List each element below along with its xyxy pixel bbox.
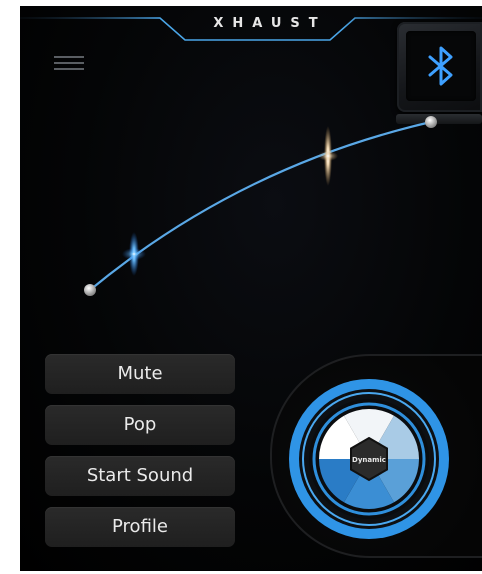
control-buttons: Mute Pop Start Sound Profile (45, 354, 237, 558)
dial-mode-label: Dynamic (352, 456, 386, 464)
mute-button[interactable]: Mute (45, 354, 235, 394)
app-screen: XHAUST Mute Pop Start Sound Profile Dyna… (20, 6, 482, 571)
mode-dial[interactable]: Dynamic (286, 376, 452, 542)
start-sound-button[interactable]: Start Sound (45, 456, 235, 496)
curve-line (89, 120, 432, 291)
profile-button[interactable]: Profile (45, 507, 235, 547)
pop-button[interactable]: Pop (45, 405, 235, 445)
curve-start-handle[interactable] (84, 284, 96, 296)
sound-curve (84, 116, 437, 296)
curve-end-handle[interactable] (425, 116, 437, 128)
